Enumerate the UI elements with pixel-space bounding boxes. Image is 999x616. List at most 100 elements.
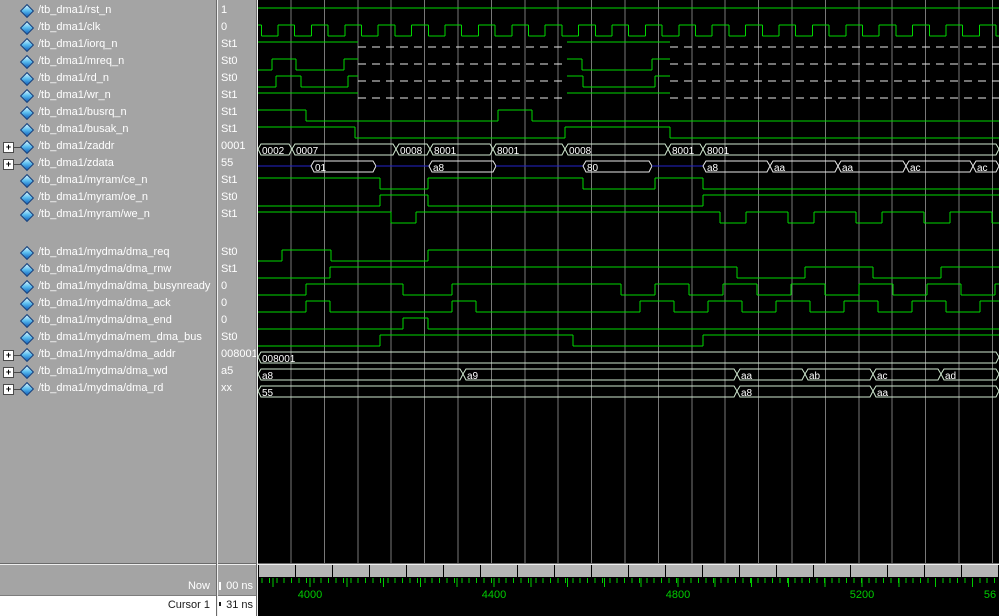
signal-name[interactable]: /tb_dma1/zdata — [38, 155, 114, 172]
svg-text:aa: aa — [741, 371, 753, 382]
signal-name[interactable]: /tb_dma1/busrq_n — [38, 104, 127, 121]
signal-values-panel: 10St1St0St0St1St1St1000155St1St0St1St0St… — [218, 0, 256, 577]
signal-row-busrq_n[interactable]: /tb_dma1/busrq_n — [0, 104, 216, 121]
svg-text:a8: a8 — [433, 163, 445, 174]
signal-name[interactable]: /tb_dma1/busak_n — [38, 121, 129, 138]
svg-text:a8: a8 — [741, 388, 753, 399]
now-label: Now — [0, 577, 210, 595]
clipped-digit — [219, 602, 221, 606]
signal-value: xx — [218, 380, 259, 397]
signal-name[interactable]: /tb_dma1/mydma/dma_ack — [38, 295, 171, 312]
svg-text:ad: ad — [945, 371, 956, 382]
signal-row-rd_n[interactable]: /tb_dma1/rd_n — [0, 70, 216, 87]
signal-row-dma_req[interactable]: /tb_dma1/mydma/dma_req — [0, 244, 216, 261]
signal-value: St0 — [218, 244, 259, 261]
svg-text:0008: 0008 — [400, 146, 423, 157]
svg-text:a9: a9 — [467, 371, 479, 382]
signal-value: 008001 — [218, 346, 259, 363]
signal-row-mem_dma_bus[interactable]: /tb_dma1/mydma/mem_dma_bus — [0, 329, 216, 346]
svg-text:ac: ac — [877, 371, 888, 382]
signal-row-mreq_n[interactable]: /tb_dma1/mreq_n — [0, 53, 216, 70]
signal-name[interactable]: /tb_dma1/mydma/dma_busynready — [38, 278, 210, 295]
svg-text:01: 01 — [315, 163, 327, 174]
signal-name[interactable]: /tb_dma1/mydma/dma_wd — [38, 363, 168, 380]
signal-name[interactable]: /tb_dma1/mydma/dma_rd — [38, 380, 163, 397]
signal-value: St0 — [218, 53, 259, 70]
signal-row-dma_wd[interactable]: +/tb_dma1/mydma/dma_wd — [0, 363, 216, 380]
divider — [217, 0, 218, 616]
svg-text:ac: ac — [977, 163, 988, 174]
signal-diamond-icon — [20, 140, 34, 154]
signal-diamond-icon — [20, 123, 34, 137]
signal-name[interactable]: /tb_dma1/mydma/mem_dma_bus — [38, 329, 202, 346]
signal-name[interactable]: /tb_dma1/iorq_n — [38, 36, 118, 53]
signal-row-wr_n[interactable]: /tb_dma1/wr_n — [0, 87, 216, 104]
signal-name[interactable]: /tb_dma1/rst_n — [38, 2, 111, 19]
signal-value: 0 — [218, 278, 259, 295]
ruler-label: 4800 — [666, 589, 690, 601]
ruler-label: 5200 — [850, 589, 874, 601]
svg-text:8001: 8001 — [434, 146, 457, 157]
signal-name[interactable]: /tb_dma1/myram/we_n — [38, 206, 150, 223]
signal-diamond-icon — [20, 4, 34, 18]
signal-row-ce_n[interactable]: /tb_dma1/myram/ce_n — [0, 172, 216, 189]
signal-value: St1 — [218, 172, 259, 189]
signal-row-clk[interactable]: /tb_dma1/clk — [0, 19, 216, 36]
svg-text:008001: 008001 — [262, 354, 296, 365]
signal-diamond-icon — [20, 157, 34, 171]
signal-diamond-icon — [20, 38, 34, 52]
signal-value: St1 — [218, 261, 259, 278]
signal-row-dma_rd[interactable]: +/tb_dma1/mydma/dma_rd — [0, 380, 216, 397]
waveform-canvas[interactable]: 0002000700088001800100088001800101a880a8… — [258, 0, 999, 563]
signal-row-zaddr[interactable]: +/tb_dma1/zaddr — [0, 138, 216, 155]
signal-diamond-icon — [20, 246, 34, 260]
signal-row-dma_addr[interactable]: +/tb_dma1/mydma/dma_addr — [0, 346, 216, 363]
signal-diamond-icon — [20, 191, 34, 205]
signal-name[interactable]: /tb_dma1/myram/oe_n — [38, 189, 148, 206]
signal-name[interactable]: /tb_dma1/myram/ce_n — [38, 172, 147, 189]
signal-row-dma_rnw[interactable]: /tb_dma1/mydma/dma_rnw — [0, 261, 216, 278]
signal-name[interactable]: /tb_dma1/rd_n — [38, 70, 109, 87]
signal-name[interactable]: /tb_dma1/mydma/dma_req — [38, 244, 169, 261]
signal-row-zdata[interactable]: +/tb_dma1/zdata — [0, 155, 216, 172]
signal-value: St1 — [218, 121, 259, 138]
signal-diamond-icon — [20, 208, 34, 222]
signal-row-dma_busynready[interactable]: /tb_dma1/mydma/dma_busynready — [0, 278, 216, 295]
signal-name[interactable]: /tb_dma1/mydma/dma_end — [38, 312, 172, 329]
clipped-digit — [219, 582, 221, 590]
signal-name[interactable]: /tb_dma1/mreq_n — [38, 53, 124, 70]
signal-diamond-icon — [20, 72, 34, 86]
signal-diamond-icon — [20, 21, 34, 35]
signal-name[interactable]: /tb_dma1/mydma/dma_rnw — [38, 261, 171, 278]
cursor-label[interactable]: Cursor 1 — [0, 596, 210, 616]
signal-row-iorq_n[interactable]: /tb_dma1/iorq_n — [0, 36, 216, 53]
signal-name[interactable]: /tb_dma1/clk — [38, 19, 100, 36]
svg-text:ac: ac — [910, 163, 921, 174]
signal-value: 0 — [218, 19, 259, 36]
signal-value: 0 — [218, 295, 259, 312]
ruler-label: 4000 — [298, 589, 322, 601]
signal-value: St0 — [218, 189, 259, 206]
signal-value: 0001 — [218, 138, 259, 155]
signal-value: a5 — [218, 363, 259, 380]
signal-name[interactable]: /tb_dma1/wr_n — [38, 87, 111, 104]
signal-diamond-icon — [20, 331, 34, 345]
svg-text:0007: 0007 — [296, 146, 319, 157]
signal-row-dma_end[interactable]: /tb_dma1/mydma/dma_end — [0, 312, 216, 329]
signal-row-we_n[interactable]: /tb_dma1/myram/we_n — [0, 206, 216, 223]
signal-name[interactable]: /tb_dma1/zaddr — [38, 138, 114, 155]
signal-diamond-icon — [20, 55, 34, 69]
signal-row-oe_n[interactable]: /tb_dma1/myram/oe_n — [0, 189, 216, 206]
signal-diamond-icon — [20, 365, 34, 379]
cursor-value: 31 ns — [226, 596, 253, 614]
scroll-tick-band — [258, 565, 999, 577]
signal-names-panel[interactable]: /tb_dma1/rst_n/tb_dma1/clk/tb_dma1/iorq_… — [0, 0, 216, 577]
signal-name[interactable]: /tb_dma1/mydma/dma_addr — [38, 346, 176, 363]
svg-text:0008: 0008 — [569, 146, 592, 157]
signal-row-rst_n[interactable]: /tb_dma1/rst_n — [0, 2, 216, 19]
time-ruler: 400044004800520056 — [258, 577, 999, 616]
signal-row-dma_ack[interactable]: /tb_dma1/mydma/dma_ack — [0, 295, 216, 312]
signal-diamond-icon — [20, 297, 34, 311]
divider — [257, 0, 258, 616]
signal-row-busak_n[interactable]: /tb_dma1/busak_n — [0, 121, 216, 138]
